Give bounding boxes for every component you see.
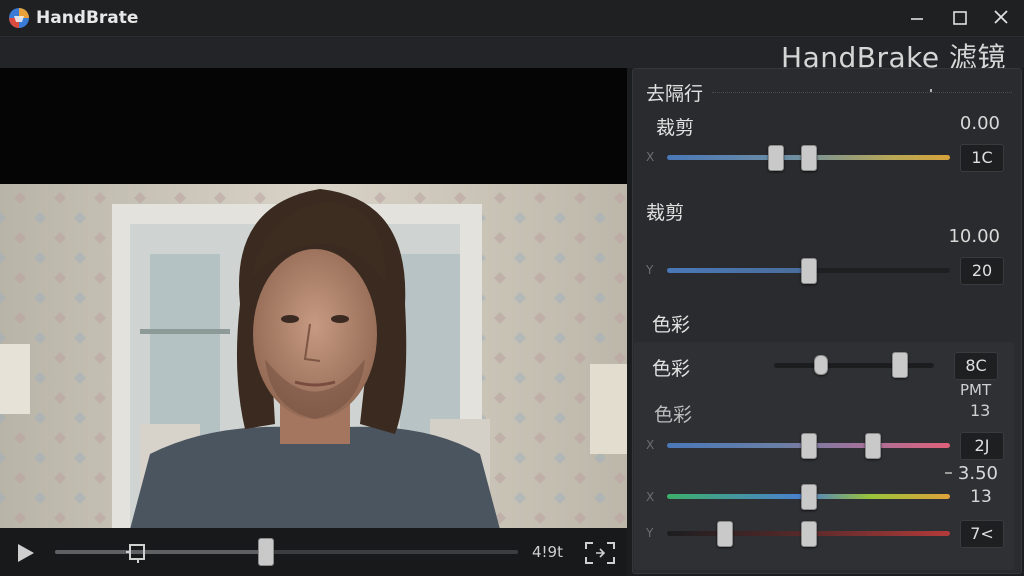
color-label-1: 色彩 <box>652 358 691 380</box>
handbrake-logo-icon <box>9 8 29 28</box>
maximize-icon <box>953 11 967 25</box>
marker-icon[interactable] <box>124 542 150 564</box>
color-3-value: 3.50 <box>957 463 998 484</box>
crop-value: 0.00 <box>959 113 1000 134</box>
color-4-value-box[interactable]: 7< <box>960 520 1004 548</box>
crop-y-value-box[interactable]: 20 <box>960 257 1004 285</box>
minimize-icon <box>911 18 923 20</box>
color-1-slider-thumb-left[interactable] <box>814 355 828 375</box>
color-1-unit: PMT <box>960 381 992 399</box>
axis-label-x-2: X <box>646 438 655 452</box>
crop-label-2: 裁剪 <box>646 202 685 224</box>
axis-label-y-2: Y <box>646 526 654 540</box>
color-4-slider-thumb-right[interactable] <box>801 521 817 547</box>
maximize-button[interactable] <box>947 6 973 30</box>
section-divider <box>712 92 1012 94</box>
video-preview[interactable] <box>0 68 627 548</box>
axis-label-y: Y <box>646 263 654 277</box>
video-still-image <box>0 184 627 548</box>
color-label-2: 色彩 <box>654 404 693 426</box>
deinterlace-label: 去隔行 <box>646 83 704 105</box>
fullscreen-icon[interactable] <box>583 540 617 566</box>
color-4-slider-thumb-left[interactable] <box>717 521 733 547</box>
color-2-slider-thumb-left[interactable] <box>801 433 817 459</box>
axis-label-x: X <box>646 150 655 164</box>
app-title: HandBrate <box>36 8 139 28</box>
video-frame <box>0 184 627 548</box>
crop-x-value-box[interactable]: 1C <box>960 144 1004 172</box>
color-3-slider-thumb[interactable] <box>801 484 817 510</box>
minimize-button[interactable] <box>904 6 930 30</box>
color-section-label: 色彩 <box>652 314 691 336</box>
color-1-value-box[interactable]: 8C <box>954 352 998 380</box>
title-bar: HandBrate <box>0 0 1024 37</box>
play-icon[interactable] <box>16 542 36 564</box>
color-1-slider-thumb-right[interactable] <box>892 352 908 378</box>
player-controls: 4!9t <box>0 528 627 576</box>
time-display: 4!9t <box>532 543 563 561</box>
crop-x-slider-thumb-left[interactable] <box>768 145 784 171</box>
divider-dot <box>930 89 932 92</box>
close-icon <box>994 10 1008 24</box>
color-3-box-value: 13 <box>970 487 992 507</box>
crop-y-slider-thumb[interactable] <box>801 258 817 284</box>
color-2-value-box[interactable]: 2J <box>960 432 1004 460</box>
color-1-unit-value: 13 <box>970 401 991 420</box>
crop-value-2: 10.00 <box>948 226 1000 247</box>
axis-label-x-3: X <box>646 490 655 504</box>
crop-label: 裁剪 <box>656 117 695 139</box>
close-button[interactable] <box>988 6 1014 30</box>
crop-x-slider-thumb-right[interactable] <box>801 145 817 171</box>
seek-progress <box>55 550 265 554</box>
seek-thumb[interactable] <box>258 538 274 566</box>
color-2-slider-thumb-right[interactable] <box>865 433 881 459</box>
color-1-slider-track[interactable] <box>774 363 934 368</box>
